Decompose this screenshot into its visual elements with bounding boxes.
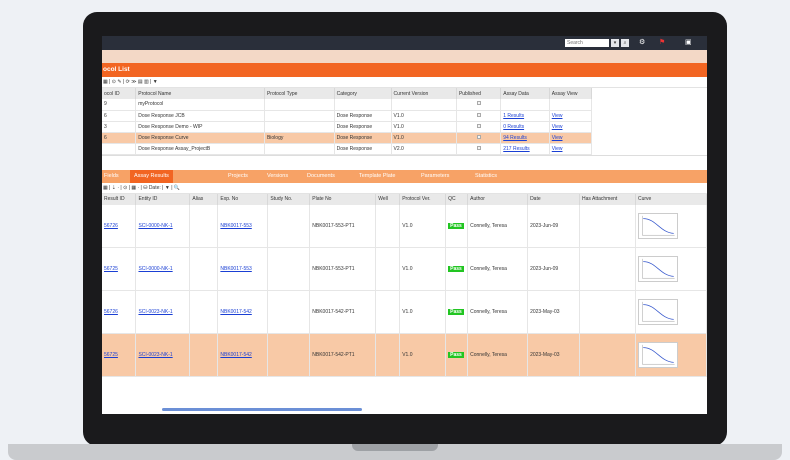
col-date[interactable]: Date xyxy=(527,193,580,205)
assay-data-link[interactable]: 217 Results xyxy=(503,146,529,152)
entity-id-link[interactable]: SCI-0000-NK-1 xyxy=(138,223,172,229)
exp-no-link[interactable]: NBK0017-553 xyxy=(220,266,251,272)
table-row[interactable]: 56725 SCI-0000-NK-1 NBK0017-553 NBK0017-… xyxy=(102,247,707,291)
search-options-button[interactable]: ▾ xyxy=(611,39,619,47)
dose-response-curve-thumbnail[interactable] xyxy=(637,256,678,282)
exp-no-link[interactable]: NBK0017-542 xyxy=(220,309,251,315)
tab-template-plate[interactable]: Template Plate xyxy=(359,170,395,183)
col-assay-data[interactable]: Assay Data xyxy=(500,88,550,99)
col-exp-no[interactable]: Exp. No xyxy=(217,193,269,205)
entity-id-link[interactable]: SCI-0023-NK-1 xyxy=(138,309,172,315)
col-plate-no[interactable]: Plate No xyxy=(309,193,377,205)
col-protocol-id[interactable]: ocol ID xyxy=(102,88,137,99)
section-divider xyxy=(102,154,707,170)
tab-projects[interactable]: Projects xyxy=(228,170,248,183)
qc-pass-badge: Pass xyxy=(448,352,464,358)
published-checkbox[interactable] xyxy=(476,123,481,128)
col-alias[interactable]: Alias xyxy=(189,193,219,205)
col-protocol-ver[interactable]: Protocol Ver. xyxy=(399,193,447,205)
published-checkbox[interactable] xyxy=(476,134,481,139)
tab-statistics[interactable]: Statistics xyxy=(475,170,497,183)
tab-versions[interactable]: Versions xyxy=(267,170,288,183)
assay-data-link[interactable]: 0 Results xyxy=(503,124,524,130)
protocol-list-title: ocol List xyxy=(102,63,707,77)
table-row-selected[interactable]: 6 Dose Response Curve Biology Dose Respo… xyxy=(102,132,593,144)
tab-parameters[interactable]: Parameters xyxy=(421,170,449,183)
detail-tabs: Fields Assay Results Projects Versions D… xyxy=(102,169,707,183)
col-protocol-name[interactable]: Protocol Name xyxy=(135,88,265,99)
qc-pass-badge: Pass xyxy=(448,222,464,229)
entity-id-link[interactable]: SCI-0023-NK-1 xyxy=(138,352,172,358)
published-checkbox[interactable] xyxy=(476,101,481,106)
col-has-attachment[interactable]: Has Attachment xyxy=(579,193,636,205)
protocol-toolbar[interactable]: ▦ | ⊙ ✎ | ⟳ ≫ ▤ ▥ | ▼ xyxy=(102,77,707,88)
table-row[interactable]: 56726 SCI-0000-NK-1 NBK0017-553 NBK0017-… xyxy=(102,204,707,248)
col-well[interactable]: Well xyxy=(375,193,401,205)
app-screen: ▾ ⌕ ⚙ ⚑ ▣ ocol List ▦ | ⊙ ✎ | ⟳ ≫ ▤ ▥ | … xyxy=(102,36,707,414)
top-nav: ▾ ⌕ ⚙ ⚑ ▣ xyxy=(102,36,707,50)
protocol-table: ocol ID Protocol Name Protocol Type Cate… xyxy=(102,88,593,155)
result-id-link[interactable]: 56725 xyxy=(104,266,118,272)
horizontal-scrollbar[interactable] xyxy=(162,408,362,411)
col-study-no[interactable]: Study No. xyxy=(267,193,311,205)
col-curve[interactable]: Curve xyxy=(635,193,707,205)
header-strip xyxy=(102,50,707,63)
search-input[interactable] xyxy=(565,39,609,47)
laptop-notch xyxy=(352,444,438,451)
table-row[interactable]: 9 myProtocol xyxy=(102,99,593,111)
assay-view-link[interactable]: View xyxy=(552,124,563,130)
table-row[interactable]: 3 Dose Response Demo - WIP Dose Response… xyxy=(102,121,593,133)
user-icon[interactable]: ⚙ xyxy=(639,38,645,46)
col-published[interactable]: Published xyxy=(456,88,502,99)
tab-documents[interactable]: Documents xyxy=(307,170,335,183)
results-table: Result ID Entity ID Alias Exp. No Study … xyxy=(102,193,707,377)
col-result-id[interactable]: Result ID xyxy=(102,193,137,205)
logout-icon[interactable]: ▣ xyxy=(685,38,692,46)
col-entity-id[interactable]: Entity ID xyxy=(135,193,191,205)
results-toolbar[interactable]: ▦ | ⇣ · | ⊙ | ▦ · | ⛁ Date: | ▼ | 🔍 xyxy=(102,183,707,194)
published-checkbox[interactable] xyxy=(476,112,481,117)
table-row[interactable]: Dose Response Assay_ProjectB Dose Respon… xyxy=(102,143,593,155)
col-category[interactable]: Category xyxy=(334,88,392,99)
dose-response-curve-thumbnail[interactable] xyxy=(637,212,678,239)
dose-response-curve-thumbnail[interactable] xyxy=(637,299,678,325)
result-id-link[interactable]: 56726 xyxy=(104,223,118,229)
exp-no-link[interactable]: NBK0017-542 xyxy=(220,352,251,358)
tab-fields[interactable]: Fields xyxy=(104,170,119,183)
assay-view-link[interactable]: View xyxy=(552,135,563,141)
tab-assay-results[interactable]: Assay Results xyxy=(130,169,173,183)
assay-view-link[interactable]: View xyxy=(552,146,563,152)
table-row-selected[interactable]: 56725 SCI-0023-NK-1 NBK0017-542 NBK0017-… xyxy=(102,333,707,377)
dose-response-curve-thumbnail[interactable] xyxy=(637,342,678,368)
assay-data-link[interactable]: 94 Results xyxy=(503,135,527,141)
published-checkbox[interactable] xyxy=(476,145,481,150)
qc-pass-badge: Pass xyxy=(448,266,464,272)
table-row[interactable]: 56726 SCI-0023-NK-1 NBK0017-542 NBK0017-… xyxy=(102,290,707,334)
notification-icon[interactable]: ⚑ xyxy=(659,38,665,46)
search-icon[interactable]: ⌕ xyxy=(621,39,629,47)
col-assay-view[interactable]: Assay View xyxy=(549,88,593,99)
result-id-link[interactable]: 56726 xyxy=(104,309,118,315)
col-protocol-type[interactable]: Protocol Type xyxy=(264,88,335,99)
col-current-version[interactable]: Current Version xyxy=(391,88,457,99)
result-id-link[interactable]: 56725 xyxy=(104,352,118,358)
col-qc[interactable]: QC xyxy=(445,193,469,205)
col-author[interactable]: Author xyxy=(467,193,529,205)
assay-view-link[interactable]: View xyxy=(552,113,563,119)
qc-pass-badge: Pass xyxy=(448,309,464,315)
exp-no-link[interactable]: NBK0017-553 xyxy=(220,223,251,229)
entity-id-link[interactable]: SCI-0000-NK-1 xyxy=(138,266,172,272)
table-row[interactable]: 6 Dose Response JCB Dose Response V1.0 1… xyxy=(102,110,593,122)
assay-data-link[interactable]: 1 Results xyxy=(503,113,524,119)
